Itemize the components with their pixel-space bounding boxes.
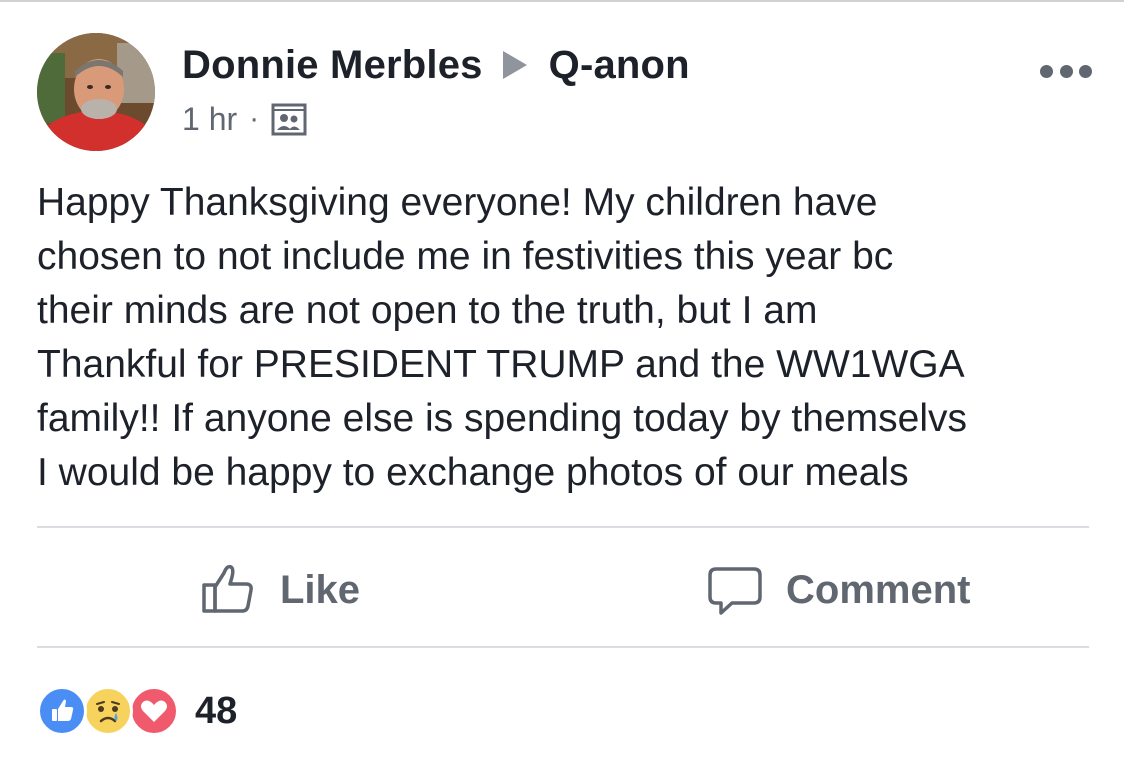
author-name[interactable]: Donnie Merbles: [182, 43, 483, 88]
comment-bubble-icon: [706, 561, 764, 619]
post-text-line: I would be happy to exchange photos of o…: [37, 451, 909, 494]
more-dot: [1040, 64, 1053, 78]
thumbs-up-icon: [200, 561, 258, 619]
meta-separator: ·: [249, 102, 260, 135]
post-text-line: Thankful for PRESIDENT TRUMP and the WW1…: [37, 343, 965, 386]
post-card: Donnie Merbles Q-anon 1 hr · Happy Thank…: [0, 0, 1124, 773]
post-header: Donnie Merbles Q-anon: [182, 40, 690, 90]
post-body: Happy Thanksgiving everyone! My children…: [37, 176, 1097, 500]
sad-reaction-icon: [83, 686, 133, 736]
arrow-right-icon: [502, 51, 527, 79]
group-audience-icon: [271, 101, 307, 137]
comment-label: Comment: [786, 567, 971, 612]
post-meta: 1 hr ·: [182, 98, 307, 140]
reactions-summary[interactable]: 48: [37, 684, 237, 738]
avatar[interactable]: [37, 33, 155, 151]
more-dot: [1079, 64, 1092, 78]
timestamp[interactable]: 1 hr: [182, 101, 237, 138]
more-options-icon[interactable]: [1040, 62, 1092, 80]
reaction-count: 48: [195, 689, 238, 732]
post-text-line: their minds are not open to the truth, b…: [37, 289, 818, 332]
group-name[interactable]: Q-anon: [549, 43, 690, 88]
more-dot: [1059, 64, 1073, 78]
post-text-line: family!! If anyone else is spending toda…: [37, 397, 967, 440]
like-reaction-icon: [37, 686, 87, 736]
comment-button[interactable]: Comment: [706, 560, 970, 620]
like-button[interactable]: Like: [200, 560, 360, 620]
post-text-line: Happy Thanksgiving everyone! My children…: [37, 181, 878, 224]
divider: [37, 526, 1089, 528]
post-text-line: chosen to not include me in festivities …: [37, 235, 894, 278]
divider: [37, 646, 1089, 648]
like-label: Like: [280, 567, 361, 612]
reaction-icons: [37, 684, 183, 738]
love-reaction-icon: [129, 686, 179, 736]
